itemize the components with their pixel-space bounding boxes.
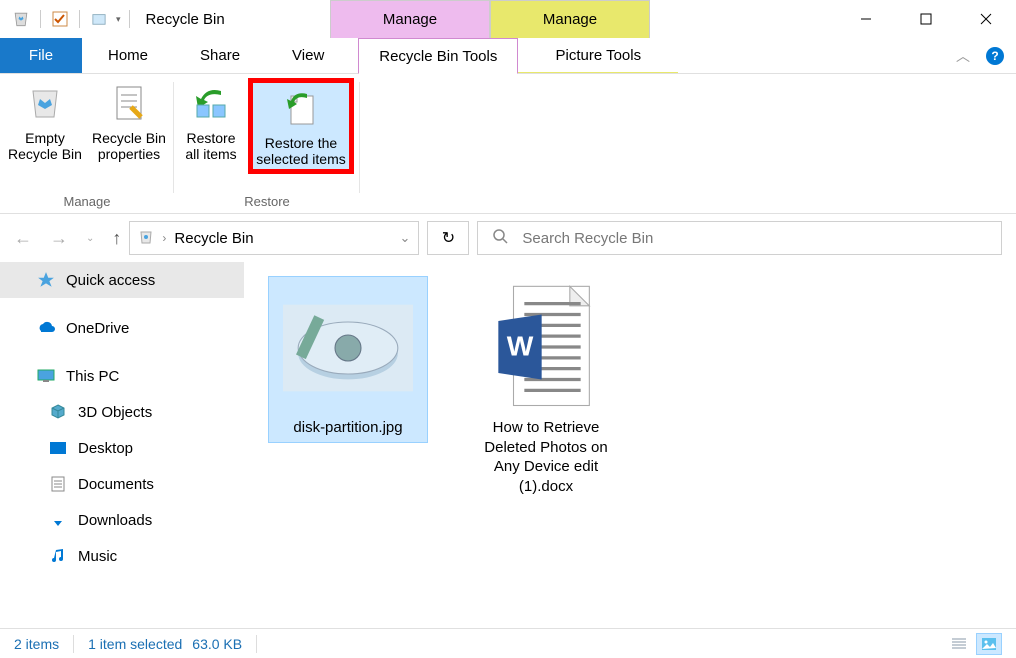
- file-list[interactable]: disk-partition.jpg W How to Retrieve Del…: [244, 262, 1016, 632]
- checkbox-icon[interactable]: [49, 8, 71, 30]
- title-bar: ▾ Recycle Bin Manage Manage: [0, 0, 1016, 38]
- manage-tab-header-1[interactable]: Manage: [330, 0, 490, 38]
- maximize-button[interactable]: [896, 0, 956, 38]
- docx-icon: W: [481, 282, 611, 412]
- cube-icon: [48, 402, 68, 422]
- folder-icon[interactable]: [88, 8, 110, 30]
- button-label: EmptyRecycle Bin: [8, 130, 82, 162]
- thumbnails-view-button[interactable]: [976, 633, 1002, 655]
- group-label: Manage: [64, 194, 111, 209]
- up-button[interactable]: ↑: [112, 228, 121, 249]
- contextual-tab-headers: Manage Manage: [330, 0, 650, 38]
- file-item[interactable]: disk-partition.jpg: [268, 276, 428, 443]
- sidebar-item-downloads[interactable]: Downloads: [0, 502, 244, 538]
- ribbon: EmptyRecycle Bin Recycle Binproperties M…: [0, 74, 1016, 214]
- sidebar-item-this-pc[interactable]: This PC: [0, 358, 244, 394]
- sidebar-item-label: This PC: [66, 368, 119, 385]
- download-icon: [48, 510, 68, 530]
- forward-button[interactable]: →: [50, 228, 68, 249]
- tab-share[interactable]: Share: [174, 38, 266, 73]
- navigation-row: ← → ⌄ ↑ › Recycle Bin ⌄ ↻ Search Recycle…: [0, 214, 1016, 262]
- sidebar-item-documents[interactable]: Documents: [0, 466, 244, 502]
- properties-icon: [106, 80, 152, 126]
- navigation-pane[interactable]: Quick access OneDrive This PC 3D Objects…: [0, 262, 244, 632]
- document-icon: [48, 474, 68, 494]
- file-name: How to Retrieve Deleted Photos on Any De…: [472, 418, 620, 496]
- sidebar-item-label: 3D Objects: [78, 404, 152, 421]
- recycle-bin-properties-button[interactable]: Recycle Binproperties: [90, 78, 168, 164]
- sidebar-item-3d-objects[interactable]: 3D Objects: [0, 394, 244, 430]
- refresh-button[interactable]: ↻: [427, 221, 469, 255]
- sidebar-item-label: OneDrive: [66, 320, 129, 337]
- close-button[interactable]: [956, 0, 1016, 38]
- search-box[interactable]: Search Recycle Bin: [477, 221, 1002, 255]
- history-dropdown-icon[interactable]: ⌄: [86, 233, 94, 244]
- cloud-icon: [36, 318, 56, 338]
- group-label: Restore: [244, 194, 290, 209]
- restore-selected-icon: [278, 85, 324, 131]
- sidebar-item-desktop[interactable]: Desktop: [0, 430, 244, 466]
- restore-all-items-button[interactable]: Restoreall items: [180, 78, 242, 164]
- window-title: Recycle Bin: [146, 11, 225, 28]
- search-icon: [492, 228, 508, 248]
- music-icon: [48, 546, 68, 566]
- sidebar-item-quick-access[interactable]: Quick access: [0, 262, 244, 298]
- empty-recycle-bin-button[interactable]: EmptyRecycle Bin: [6, 78, 84, 164]
- nav-arrows: ← → ⌄ ↑: [14, 228, 121, 249]
- minimize-button[interactable]: [836, 0, 896, 38]
- sidebar-item-label: Documents: [78, 476, 154, 493]
- restore-selected-items-button[interactable]: Restore theselected items: [248, 78, 354, 174]
- tab-view[interactable]: View: [266, 38, 350, 73]
- status-size: 63.0 KB: [192, 636, 242, 652]
- status-item-count: 2 items: [14, 636, 59, 652]
- window-controls: [836, 0, 1016, 38]
- button-label: Restore theselected items: [256, 135, 345, 167]
- svg-text:W: W: [507, 331, 534, 362]
- ribbon-tabs: File Home Share View Recycle Bin Tools P…: [0, 38, 1016, 74]
- tab-picture-tools[interactable]: Picture Tools: [518, 38, 678, 73]
- back-button[interactable]: ←: [14, 228, 32, 249]
- help-icon[interactable]: ?: [986, 47, 1004, 65]
- restore-all-icon: [188, 80, 234, 126]
- sidebar-item-label: Downloads: [78, 512, 152, 529]
- manage-tab-header-2[interactable]: Manage: [490, 0, 650, 38]
- star-icon: [36, 270, 56, 290]
- sidebar-item-label: Desktop: [78, 440, 133, 457]
- ribbon-group-manage: EmptyRecycle Bin Recycle Binproperties M…: [0, 74, 174, 213]
- search-placeholder: Search Recycle Bin: [522, 230, 653, 247]
- collapse-ribbon-icon[interactable]: ︿: [956, 46, 970, 66]
- desktop-icon: [48, 438, 68, 458]
- location-recycle-bin-icon: [138, 229, 154, 248]
- chevron-right-icon[interactable]: ›: [162, 231, 166, 245]
- recycle-bin-empty-icon: [22, 80, 68, 126]
- button-label: Restoreall items: [185, 130, 236, 162]
- tab-home[interactable]: Home: [82, 38, 174, 73]
- qat-dropdown-icon[interactable]: ▾: [116, 14, 121, 25]
- content-area: Quick access OneDrive This PC 3D Objects…: [0, 262, 1016, 632]
- file-name: disk-partition.jpg: [293, 419, 402, 436]
- address-bar[interactable]: › Recycle Bin ⌄: [129, 221, 419, 255]
- ribbon-group-restore: Restoreall items Restore theselected ite…: [174, 74, 360, 213]
- sidebar-item-label: Quick access: [66, 272, 155, 289]
- file-item[interactable]: W How to Retrieve Deleted Photos on Any …: [466, 276, 626, 502]
- sidebar-item-label: Music: [78, 548, 117, 565]
- tab-recycle-bin-tools[interactable]: Recycle Bin Tools: [358, 38, 518, 74]
- pc-icon: [36, 366, 56, 386]
- file-tab[interactable]: File: [0, 38, 82, 73]
- recycle-bin-icon[interactable]: [10, 8, 32, 30]
- address-location: Recycle Bin: [174, 230, 253, 247]
- sidebar-item-music[interactable]: Music: [0, 538, 244, 574]
- address-dropdown-icon[interactable]: ⌄: [399, 230, 410, 246]
- details-view-button[interactable]: [946, 633, 972, 655]
- image-thumbnail: [283, 283, 413, 413]
- status-bar: 2 items 1 item selected 63.0 KB: [0, 628, 1016, 658]
- button-label: Recycle Binproperties: [92, 130, 166, 162]
- status-selected: 1 item selected: [88, 636, 182, 652]
- quick-access-toolbar: ▾: [0, 8, 132, 30]
- sidebar-item-onedrive[interactable]: OneDrive: [0, 310, 244, 346]
